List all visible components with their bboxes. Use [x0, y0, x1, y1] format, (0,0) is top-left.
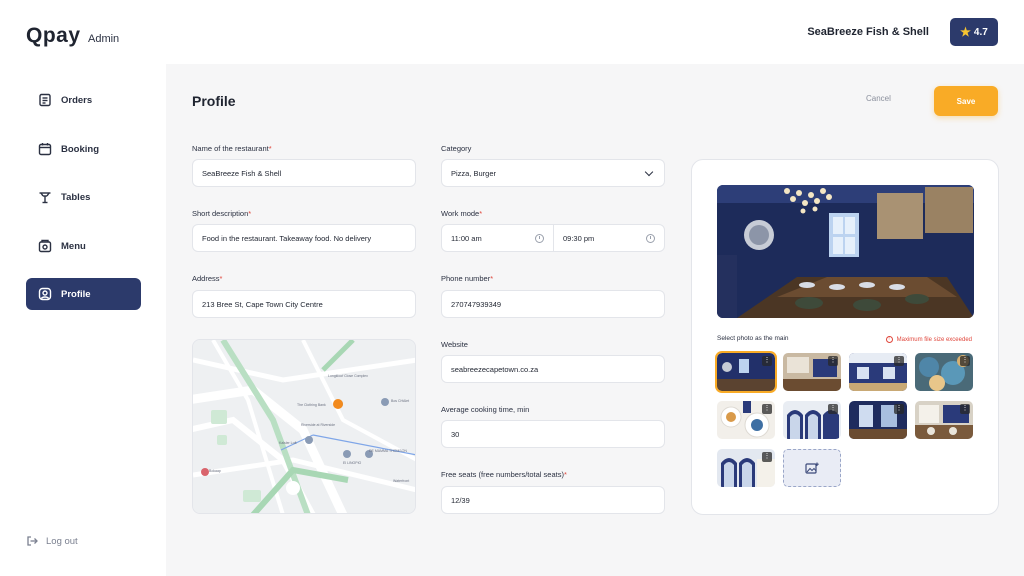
free-seats-label: Free seats (free numbers/total seats)*: [441, 470, 567, 479]
cooking-time-field[interactable]: 30: [441, 420, 665, 448]
select-photo-label: Select photo as the main: [717, 335, 789, 342]
sidebar-item-tables[interactable]: Tables: [26, 181, 141, 213]
more-options-icon[interactable]: ⋮: [960, 356, 970, 366]
website-label: Website: [441, 340, 468, 349]
clock-icon: [535, 234, 544, 243]
page-title: Profile: [192, 93, 236, 109]
work-mode-to-value: 09:30 pm: [563, 233, 595, 243]
sidebar-item-profile[interactable]: Profile: [26, 278, 141, 310]
address-label: Address*: [192, 274, 223, 283]
star-icon: ★: [960, 25, 971, 39]
work-mode-from-field[interactable]: 11:00 am: [441, 224, 554, 252]
photo-thumb[interactable]: ⋮: [717, 401, 775, 439]
main-content: Profile Cancel Save Name of the restaura…: [166, 64, 1024, 576]
more-options-icon[interactable]: ⋮: [960, 404, 970, 414]
table-icon: [39, 192, 51, 204]
sidebar: Orders Booking Tables Menu Profile Log o…: [0, 64, 166, 576]
work-mode-from-value: 11:00 am: [451, 233, 482, 243]
svg-text:The Clothing Bank: The Clothing Bank: [297, 403, 326, 407]
photo-thumb[interactable]: ⋮: [717, 449, 775, 487]
category-value: Pizza, Burger: [451, 168, 497, 178]
user-icon: [38, 287, 52, 301]
sidebar-item-label: Orders: [61, 94, 93, 106]
location-map[interactable]: Longkloof Close Complex The Clothing Ban…: [192, 339, 416, 514]
menu-icon: [38, 239, 52, 253]
sidebar-item-booking[interactable]: Booking: [26, 133, 141, 165]
restaurant-name: SeaBreeze Fish & Shell: [807, 26, 929, 38]
photo-thumb[interactable]: ⋮: [849, 401, 907, 439]
save-button[interactable]: Save: [934, 86, 998, 116]
cooking-time-label: Average cooking time, min: [441, 405, 530, 414]
map-graphic: Longkloof Close Complex The Clothing Ban…: [193, 340, 415, 513]
phone-field[interactable]: 270747939349: [441, 290, 665, 318]
svg-text:Bos CHAlet: Bos CHAlet: [391, 399, 409, 403]
sidebar-item-label: Tables: [61, 191, 91, 203]
rating-badge[interactable]: ★ 4.7: [950, 18, 998, 46]
sidebar-item-label: Booking: [61, 143, 99, 155]
chevron-down-icon: [644, 167, 654, 177]
rating-value: 4.7: [973, 26, 988, 38]
sidebar-item-orders[interactable]: Orders: [26, 84, 141, 116]
more-options-icon[interactable]: ⋮: [762, 356, 772, 366]
svg-text:Bokaap: Bokaap: [209, 469, 221, 473]
svg-text:El LINOPIO: El LINOPIO: [343, 461, 362, 465]
free-seats-field[interactable]: 12/39: [441, 486, 665, 514]
sidebar-item-label: Menu: [61, 240, 86, 252]
more-options-icon[interactable]: ⋮: [828, 404, 838, 414]
logout-button[interactable]: Log out: [26, 535, 78, 547]
svg-text:Waterfront: Waterfront: [393, 479, 409, 483]
orders-icon: [39, 93, 51, 107]
short-description-field[interactable]: Food in the restaurant. Takeaway food. N…: [192, 224, 416, 252]
more-options-icon[interactable]: ⋮: [762, 452, 772, 462]
cancel-button[interactable]: Cancel: [866, 94, 891, 103]
logout-label: Log out: [46, 535, 78, 547]
app-logo-subtitle: Admin: [88, 33, 120, 45]
work-mode-to-field[interactable]: 09:30 pm: [553, 224, 665, 252]
work-mode-label: Work mode*: [441, 209, 483, 218]
photo-panel: Select photo as the main ! Maximum file …: [691, 159, 999, 515]
category-select[interactable]: Pizza, Burger: [441, 159, 665, 187]
photo-thumb[interactable]: ⋮: [783, 401, 841, 439]
svg-text:Longkloof Close Complex: Longkloof Close Complex: [328, 374, 368, 378]
category-label: Category: [441, 144, 472, 153]
main-photo: [717, 185, 974, 318]
svg-text:DE MAMMA THOMSON: DE MAMMA THOMSON: [369, 449, 407, 453]
main-photo-image: [717, 185, 974, 318]
top-bar: Qpay Admin SeaBreeze Fish & Shell ★ 4.7: [0, 0, 1024, 64]
more-options-icon[interactable]: ⋮: [894, 356, 904, 366]
image-add-icon: [805, 462, 819, 474]
warning-icon: !: [885, 336, 893, 343]
logout-icon: [27, 536, 38, 546]
phone-label: Phone number*: [441, 274, 494, 283]
more-options-icon[interactable]: ⋮: [762, 404, 772, 414]
svg-text:Kalsler Loft: Kalsler Loft: [279, 441, 297, 445]
website-field[interactable]: seabreezecapetown.co.za: [441, 355, 665, 383]
address-field[interactable]: 213 Bree St, Cape Town City Centre: [192, 290, 416, 318]
photo-thumb[interactable]: ⋮: [915, 401, 973, 439]
short-description-label: Short description*: [192, 209, 252, 218]
photo-thumb[interactable]: ⋮: [849, 353, 907, 391]
sidebar-item-label: Profile: [61, 288, 91, 300]
photo-thumb[interactable]: ⋮: [915, 353, 973, 391]
restaurant-name-label: Name of the restaurant*: [192, 144, 272, 153]
more-options-icon[interactable]: ⋮: [828, 356, 838, 366]
file-size-warning-text: Maximum file size exceeded: [896, 336, 972, 343]
photo-thumb[interactable]: ⋮: [715, 351, 777, 393]
app-logo: Qpay: [26, 24, 81, 47]
svg-text:Riverside at Riverside: Riverside at Riverside: [301, 423, 335, 427]
calendar-icon: [38, 143, 52, 156]
photo-thumb[interactable]: ⋮: [783, 353, 841, 391]
sidebar-item-menu[interactable]: Menu: [26, 230, 141, 262]
restaurant-name-field[interactable]: SeaBreeze Fish & Shell: [192, 159, 416, 187]
file-size-warning: ! Maximum file size exceeded: [885, 336, 972, 343]
add-photo-button[interactable]: [783, 449, 841, 487]
clock-icon: [646, 234, 655, 243]
more-options-icon[interactable]: ⋮: [894, 404, 904, 414]
